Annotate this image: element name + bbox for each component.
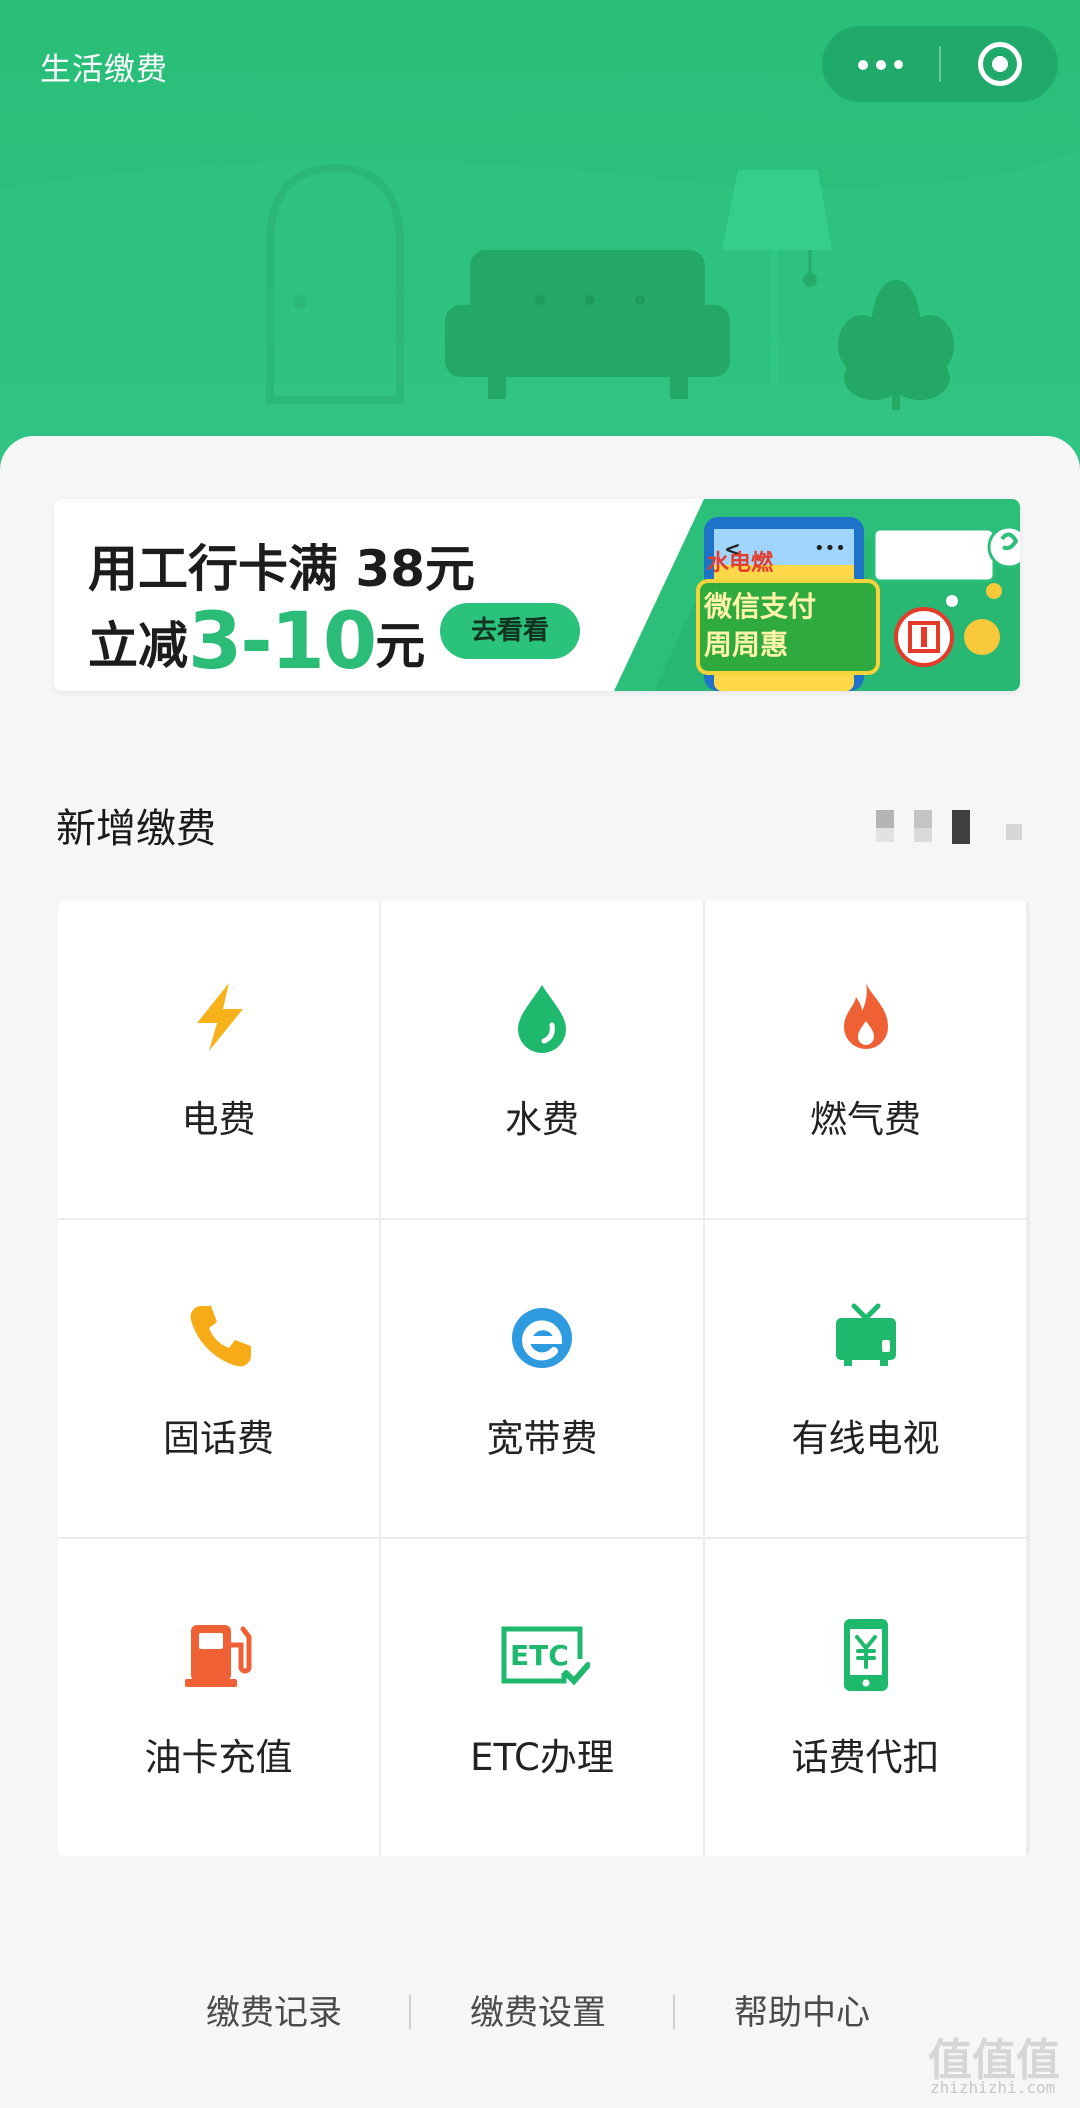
banner-subline: 立减3-10元 [88, 597, 425, 687]
banner-phone-illustration: < ••• [614, 499, 1020, 691]
broadband-e-icon [502, 1296, 582, 1376]
service-label: 水费 [505, 1098, 579, 1141]
mobile-yuan-icon [826, 1615, 906, 1695]
svg-text:ETC: ETC [510, 1639, 569, 1672]
footer-links: 缴费记录 缴费设置 帮助中心 [0, 1985, 1080, 2041]
help-center-link[interactable]: 帮助中心 [734, 1985, 870, 2034]
service-label: 话费代扣 [791, 1736, 940, 1779]
page-title: 生活缴费 [40, 52, 168, 88]
banner-art-label-utilities: 水电燃 [707, 551, 774, 576]
service-landline[interactable]: 固话费 [58, 1220, 379, 1537]
service-phone-autopay[interactable]: 话费代扣 [705, 1539, 1026, 1856]
banner-cta-button[interactable]: 去看看 [440, 603, 580, 659]
banner-art-label-wechat-pay: 微信支付 [704, 590, 817, 623]
banner-headline: 用工行卡满 38元 [88, 540, 475, 598]
banner-amount: 3-10 [188, 597, 377, 687]
service-broadband[interactable]: 宽带费 [381, 1220, 703, 1537]
fuel-pump-icon [179, 1615, 259, 1695]
mini-program-capsule [822, 26, 1058, 102]
service-label: 电费 [181, 1098, 256, 1141]
service-label: 油卡充值 [144, 1736, 293, 1779]
payment-settings-link[interactable]: 缴费设置 [470, 1985, 606, 2034]
service-gas[interactable]: 燃气费 [705, 901, 1026, 1218]
obscured-text [866, 806, 1036, 848]
tv-icon [826, 1296, 906, 1376]
payment-history-link[interactable]: 缴费记录 [206, 1985, 342, 2034]
more-dots-icon[interactable] [822, 26, 939, 102]
target-close-icon[interactable] [941, 26, 1058, 102]
service-fuel-card[interactable]: 油卡充值 [58, 1539, 379, 1856]
header-banner: 生活缴费 [0, 0, 1080, 470]
service-water[interactable]: 水费 [381, 901, 703, 1218]
flame-icon [826, 977, 906, 1057]
banner-art-label-weekly: 周周惠 [704, 628, 789, 661]
phone-icon [179, 1296, 259, 1376]
banner-suffix: 元 [375, 617, 426, 675]
site-watermark: 值值值 zhizhizhi.com [928, 2024, 1068, 2100]
service-label: 燃气费 [810, 1098, 921, 1141]
etc-icon: ETC [494, 1615, 590, 1695]
banner-prefix: 立减 [88, 617, 188, 675]
service-electricity[interactable]: 电费 [58, 901, 379, 1218]
service-label: 固话费 [163, 1417, 274, 1460]
service-label: 有线电视 [791, 1417, 940, 1460]
footer-divider [409, 1995, 411, 2029]
service-label: 宽带费 [486, 1417, 598, 1460]
service-cable-tv[interactable]: 有线电视 [705, 1220, 1026, 1537]
service-etc[interactable]: ETC ETC办理 [381, 1539, 703, 1856]
svg-text:•••: ••• [814, 538, 846, 559]
section-title: 新增缴费 [56, 806, 216, 852]
service-grid: 电费 水费 燃气费 固话费 宽带费 有线电视 油卡充值 ETC ETC办理 话费… [58, 901, 1030, 1856]
service-label: ETC办理 [470, 1736, 614, 1779]
footer-divider [673, 1995, 675, 2029]
watermark-domain: zhizhizhi.com [930, 2078, 1056, 2097]
water-drop-icon [502, 977, 582, 1057]
lightning-icon [179, 977, 259, 1057]
promo-banner[interactable]: 用工行卡满 38元 立减3-10元 去看看 < ••• 水电燃 微信支付 周周惠 [54, 499, 1020, 691]
